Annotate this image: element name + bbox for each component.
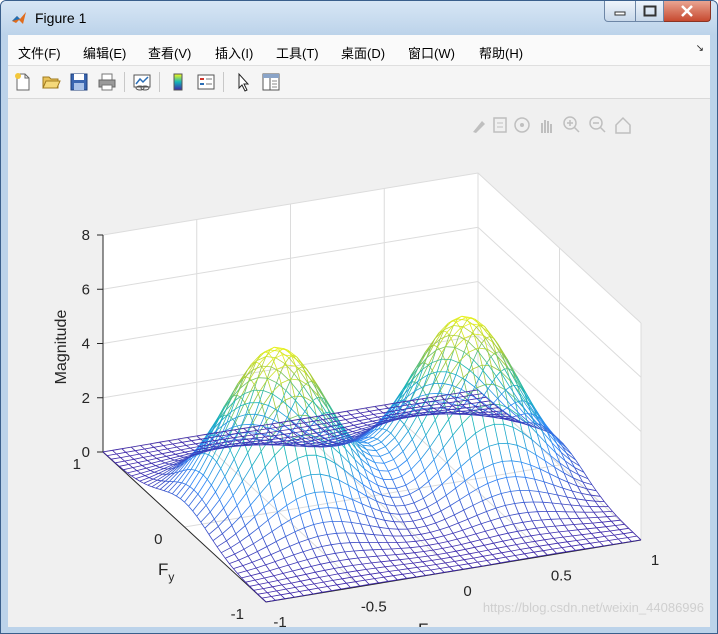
x-tick-label: 0.5 bbox=[551, 568, 572, 585]
open-file-icon[interactable] bbox=[41, 72, 61, 92]
y-axis-label: Fy bbox=[158, 560, 174, 584]
edit-plot-icon[interactable] bbox=[234, 72, 254, 92]
mesh-segment bbox=[497, 413, 507, 415]
window-client: 文件(F) 编辑(E) 查看(V) 插入(I) 工具(T) 桌面(D) 窗口(W… bbox=[8, 35, 710, 627]
mesh-segment bbox=[304, 445, 314, 447]
save-icon[interactable] bbox=[69, 72, 89, 92]
close-icon bbox=[681, 5, 693, 17]
minimize-icon bbox=[614, 11, 626, 16]
dock-arrow-icon[interactable]: ↘ bbox=[696, 43, 704, 54]
z-tick-label: 6 bbox=[82, 281, 90, 298]
title-bar[interactable]: Figure 1 bbox=[1, 1, 717, 35]
menu-desktop[interactable]: 桌面(D) bbox=[341, 43, 385, 62]
menu-view[interactable]: 查看(V) bbox=[148, 43, 191, 62]
z-axis-label: Magnitude bbox=[53, 310, 70, 385]
menu-help[interactable]: 帮助(H) bbox=[479, 43, 523, 62]
x-tick-label: 1 bbox=[651, 552, 659, 569]
new-figure-icon[interactable] bbox=[13, 72, 33, 92]
mesh-segment bbox=[588, 517, 598, 519]
maximize-icon bbox=[643, 5, 656, 17]
mesh-segment bbox=[474, 412, 484, 414]
menu-edit[interactable]: 编辑(E) bbox=[83, 43, 126, 62]
matlab-icon bbox=[12, 12, 26, 24]
close-button[interactable] bbox=[664, 1, 711, 22]
mesh-segment bbox=[402, 535, 412, 537]
menu-insert[interactable]: 插入(I) bbox=[215, 43, 253, 62]
window-title: Figure 1 bbox=[35, 10, 87, 26]
z-tick-label: 8 bbox=[82, 227, 90, 244]
figure-toolbar bbox=[8, 66, 710, 99]
z-tick-label: 4 bbox=[82, 336, 90, 353]
x-tick-label: -0.5 bbox=[361, 599, 387, 616]
maximize-button[interactable] bbox=[636, 1, 664, 22]
surface-plot[interactable]: 02468-1-0.500.51-101MagnitudeFxFy bbox=[8, 99, 710, 627]
watermark: https://blog.csdn.net/weixin_44086996 bbox=[482, 600, 704, 615]
mesh-segment bbox=[257, 377, 268, 379]
mesh-segment bbox=[603, 511, 613, 513]
menu-file[interactable]: 文件(F) bbox=[18, 43, 61, 62]
figure-canvas: 02468-1-0.500.51-101MagnitudeFxFy https:… bbox=[8, 99, 710, 627]
y-tick-label: 1 bbox=[73, 456, 81, 473]
mesh-segment bbox=[249, 444, 259, 446]
x-tick-label: 0 bbox=[463, 583, 471, 600]
link-plot-icon[interactable] bbox=[132, 72, 152, 92]
menu-bar: 文件(F) 编辑(E) 查看(V) 插入(I) 工具(T) 桌面(D) 窗口(W… bbox=[8, 35, 710, 66]
z-tick-label: 2 bbox=[82, 390, 90, 407]
print-icon[interactable] bbox=[97, 72, 117, 92]
z-tick-label: 0 bbox=[82, 444, 90, 461]
minimize-button[interactable] bbox=[604, 1, 636, 22]
y-tick-label: 0 bbox=[154, 531, 162, 548]
property-inspector-icon[interactable] bbox=[261, 72, 281, 92]
insert-colorbar-icon[interactable] bbox=[168, 72, 188, 92]
menu-window[interactable]: 窗口(W) bbox=[408, 43, 455, 62]
insert-legend-icon[interactable] bbox=[196, 72, 216, 92]
x-axis-label: Fx bbox=[418, 620, 434, 627]
x-tick-label: -1 bbox=[273, 614, 286, 627]
y-tick-label: -1 bbox=[231, 606, 244, 623]
mesh-segment bbox=[298, 414, 309, 417]
figure-window: Figure 1 文件(F) 编辑(E) 查看(V) 插入(I) 工具(T) 桌… bbox=[0, 0, 718, 634]
mesh-segment bbox=[363, 549, 373, 551]
mesh-segment bbox=[395, 505, 405, 507]
menu-tools[interactable]: 工具(T) bbox=[276, 43, 319, 62]
mesh-segment bbox=[378, 470, 389, 472]
